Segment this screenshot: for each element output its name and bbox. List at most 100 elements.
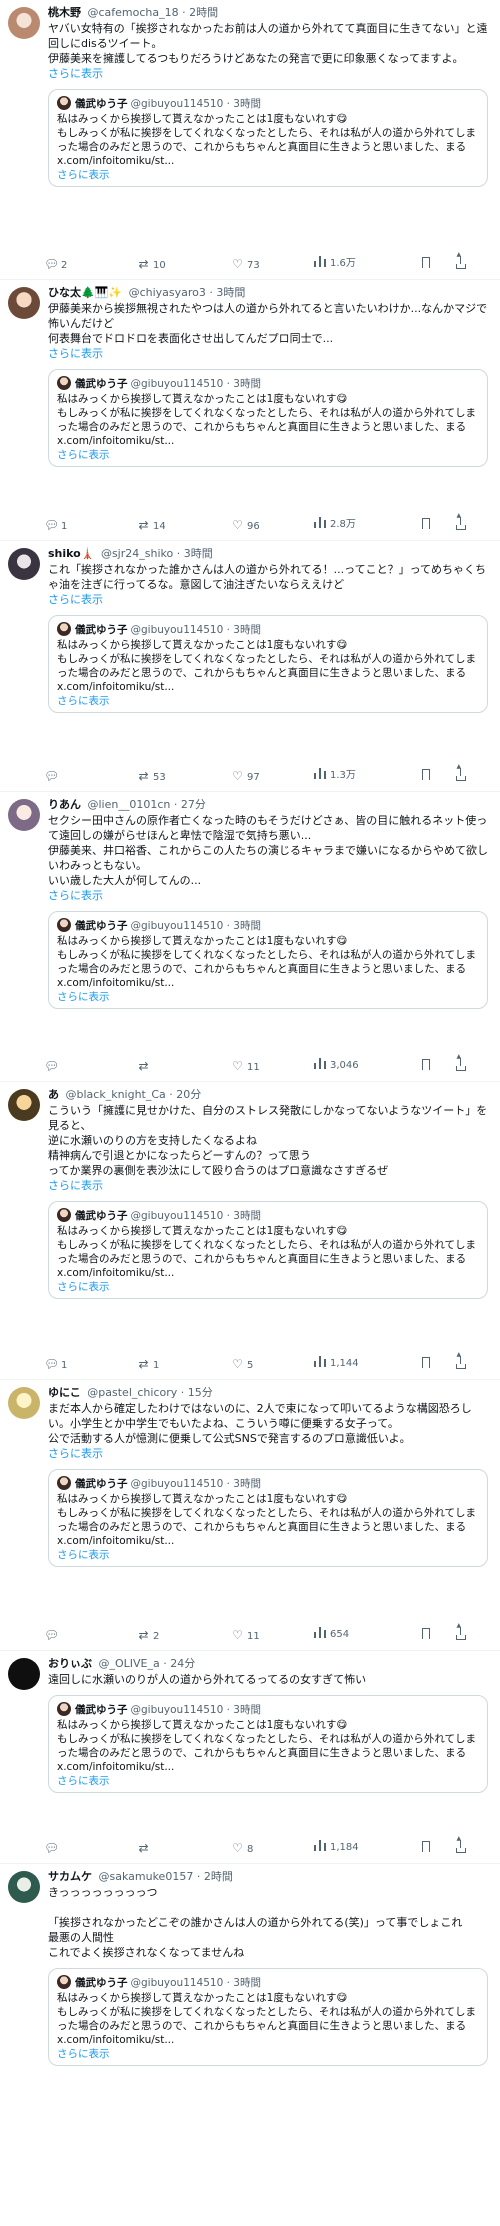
quoted-tweet[interactable]: 儀武ゆう子 @gibuyou114510 · 3時間 私はみっくから挨拶して貰えな… (48, 1968, 488, 2066)
avatar[interactable] (8, 799, 40, 831)
quoted-show-more-link[interactable]: さらに表示 (57, 448, 478, 462)
retweet-button[interactable]: ⇄ (136, 1839, 153, 1857)
show-more-link[interactable]: さらに表示 (48, 1178, 488, 1193)
share-button[interactable] (456, 1352, 466, 1373)
avatar[interactable] (8, 7, 40, 39)
avatar[interactable] (8, 287, 40, 319)
avatar[interactable] (8, 1871, 40, 1903)
author-name[interactable]: shiko🗼 (48, 547, 94, 560)
retweet-button[interactable]: ⇄ 1 (136, 1355, 159, 1373)
tweet[interactable]: 桃木野 @cafemocha_18 · 2時間 ヤバい女特有の「挨拶されなかった… (0, 0, 500, 280)
share-button[interactable] (456, 1623, 466, 1644)
reply-button[interactable]: 💬︎ (44, 767, 61, 785)
quoted-tweet[interactable]: 儀武ゆう子 @gibuyou114510 · 3時間 私はみっくから挨拶して貰えな… (48, 369, 488, 467)
show-more-link[interactable]: さらに表示 (48, 66, 488, 81)
quoted-tweet[interactable]: 儀武ゆう子 @gibuyou114510 · 3時間 私はみっくから挨拶して貰えな… (48, 911, 488, 1009)
show-more-link[interactable]: さらに表示 (48, 1446, 488, 1461)
timestamp[interactable]: 2時間 (204, 1870, 233, 1883)
author-handle[interactable]: @black_knight_Ca (66, 1088, 166, 1101)
quoted-show-more-link[interactable]: さらに表示 (57, 2047, 478, 2061)
author-handle[interactable]: @chiyasyaro3 (129, 286, 206, 299)
retweet-button[interactable]: ⇄ 53 (136, 767, 165, 785)
author-handle[interactable]: @sakamuke0157 (99, 1870, 194, 1883)
show-more-link[interactable]: さらに表示 (48, 592, 488, 607)
author-name[interactable]: 桃木野 (48, 6, 81, 19)
reply-button[interactable]: 💬︎ 2 (44, 255, 67, 273)
timestamp[interactable]: 3時間 (184, 547, 213, 560)
bookmark-button[interactable] (421, 1355, 430, 1373)
like-button[interactable]: ♡ 73 (230, 255, 260, 273)
tweet[interactable]: おりぃぶ @_OLIVE_a · 24分 遠回しに水瀬いのりが人の道から外れてる… (0, 1651, 500, 1864)
tweet[interactable]: サカムケ @sakamuke0157 · 2時間 きっっっっっっっっつ 「挨拶さ… (0, 1864, 500, 2206)
tweet[interactable]: りあん @lien__0101cn · 27分 セクシー田中さんの原作者亡くなっ… (0, 792, 500, 1082)
reply-button[interactable]: 💬︎ (44, 1626, 61, 1644)
avatar[interactable] (8, 548, 40, 580)
reply-button[interactable]: 💬︎ (44, 1839, 61, 1857)
like-button[interactable]: ♡ 5 (230, 1355, 253, 1373)
bookmark-button[interactable] (421, 1839, 430, 1857)
views-button[interactable]: 1,184 (314, 1839, 359, 1857)
quoted-show-more-link[interactable]: さらに表示 (57, 694, 478, 708)
retweet-button[interactable]: ⇄ (136, 1057, 153, 1075)
share-button[interactable] (456, 764, 466, 785)
bookmark-button[interactable] (421, 1057, 430, 1075)
timestamp[interactable]: 2時間 (189, 6, 218, 19)
like-button[interactable]: ♡ 11 (230, 1626, 260, 1644)
views-button[interactable]: 654 (314, 1626, 349, 1644)
timestamp[interactable]: 24分 (170, 1657, 195, 1670)
quoted-show-more-link[interactable]: さらに表示 (57, 1774, 478, 1788)
author-name[interactable]: ゆにこ (48, 1386, 81, 1399)
quoted-show-more-link[interactable]: さらに表示 (57, 168, 478, 182)
views-button[interactable]: 1.6万 (314, 255, 356, 273)
author-name[interactable]: サカムケ (48, 1870, 92, 1883)
timestamp[interactable]: 27分 (181, 798, 206, 811)
show-more-link[interactable]: さらに表示 (48, 888, 488, 903)
avatar[interactable] (8, 1387, 40, 1419)
author-name[interactable]: りあん (48, 798, 81, 811)
share-button[interactable] (456, 1836, 466, 1857)
show-more-link[interactable]: さらに表示 (48, 346, 488, 361)
quoted-show-more-link[interactable]: さらに表示 (57, 990, 478, 1004)
tweet[interactable]: ひな太🌲🎹✨ @chiyasyaro3 · 3時間 伊藤美来から挨拶無視されたや… (0, 280, 500, 541)
quoted-tweet[interactable]: 儀武ゆう子 @gibuyou114510 · 3時間 私はみっくから挨拶して貰えな… (48, 1695, 488, 1793)
timestamp[interactable]: 15分 (188, 1386, 213, 1399)
avatar[interactable] (8, 1658, 40, 1690)
tweet[interactable]: あ @black_knight_Ca · 20分 こういう「擁護に見せかけた、自… (0, 1082, 500, 1380)
bookmark-button[interactable] (421, 516, 430, 534)
quoted-tweet[interactable]: 儀武ゆう子 @gibuyou114510 · 3時間 私はみっくから挨拶して貰えな… (48, 1201, 488, 1299)
quoted-show-more-link[interactable]: さらに表示 (57, 1548, 478, 1562)
author-name[interactable]: あ (48, 1088, 59, 1101)
quoted-tweet[interactable]: 儀武ゆう子 @gibuyou114510 · 3時間 私はみっくから挨拶して貰えな… (48, 615, 488, 713)
reply-button[interactable]: 💬︎ (44, 1057, 61, 1075)
views-button[interactable]: 1.3万 (314, 767, 356, 785)
author-handle[interactable]: @lien__0101cn (88, 798, 171, 811)
timestamp[interactable]: 20分 (176, 1088, 201, 1101)
share-button[interactable] (456, 1054, 466, 1075)
share-button[interactable] (456, 252, 466, 273)
views-button[interactable]: 1,144 (314, 1355, 359, 1373)
tweet[interactable]: shiko🗼 @sjr24_shiko · 3時間 これ「挨拶されなかった誰かさ… (0, 541, 500, 792)
author-name[interactable]: おりぃぶ (48, 1657, 92, 1670)
views-button[interactable]: 2.8万 (314, 516, 356, 534)
quoted-tweet[interactable]: 儀武ゆう子 @gibuyou114510 · 3時間 私はみっくから挨拶して貰えな… (48, 1469, 488, 1567)
timestamp[interactable]: 3時間 (216, 286, 245, 299)
quoted-show-more-link[interactable]: さらに表示 (57, 1280, 478, 1294)
views-button[interactable]: 3,046 (314, 1057, 359, 1075)
retweet-button[interactable]: ⇄ 2 (136, 1626, 159, 1644)
tweet[interactable]: ゆにこ @pastel_chicory · 15分 まだ本人から確定したわけでは… (0, 1380, 500, 1651)
reply-button[interactable]: 💬︎ 1 (44, 516, 67, 534)
retweet-button[interactable]: ⇄ 14 (136, 516, 165, 534)
retweet-button[interactable]: ⇄ 10 (136, 255, 165, 273)
author-handle[interactable]: @cafemocha_18 (88, 6, 179, 19)
share-button[interactable] (456, 513, 466, 534)
author-handle[interactable]: @sjr24_shiko (101, 547, 173, 560)
bookmark-button[interactable] (421, 255, 430, 273)
like-button[interactable]: ♡ 96 (230, 516, 260, 534)
like-button[interactable]: ♡ 11 (230, 1057, 260, 1075)
bookmark-button[interactable] (421, 767, 430, 785)
author-handle[interactable]: @pastel_chicory (87, 1386, 177, 1399)
avatar[interactable] (8, 1089, 40, 1121)
reply-button[interactable]: 💬︎ 1 (44, 1355, 67, 1373)
author-handle[interactable]: @_OLIVE_a (99, 1657, 160, 1670)
like-button[interactable]: ♡ 8 (230, 1839, 253, 1857)
